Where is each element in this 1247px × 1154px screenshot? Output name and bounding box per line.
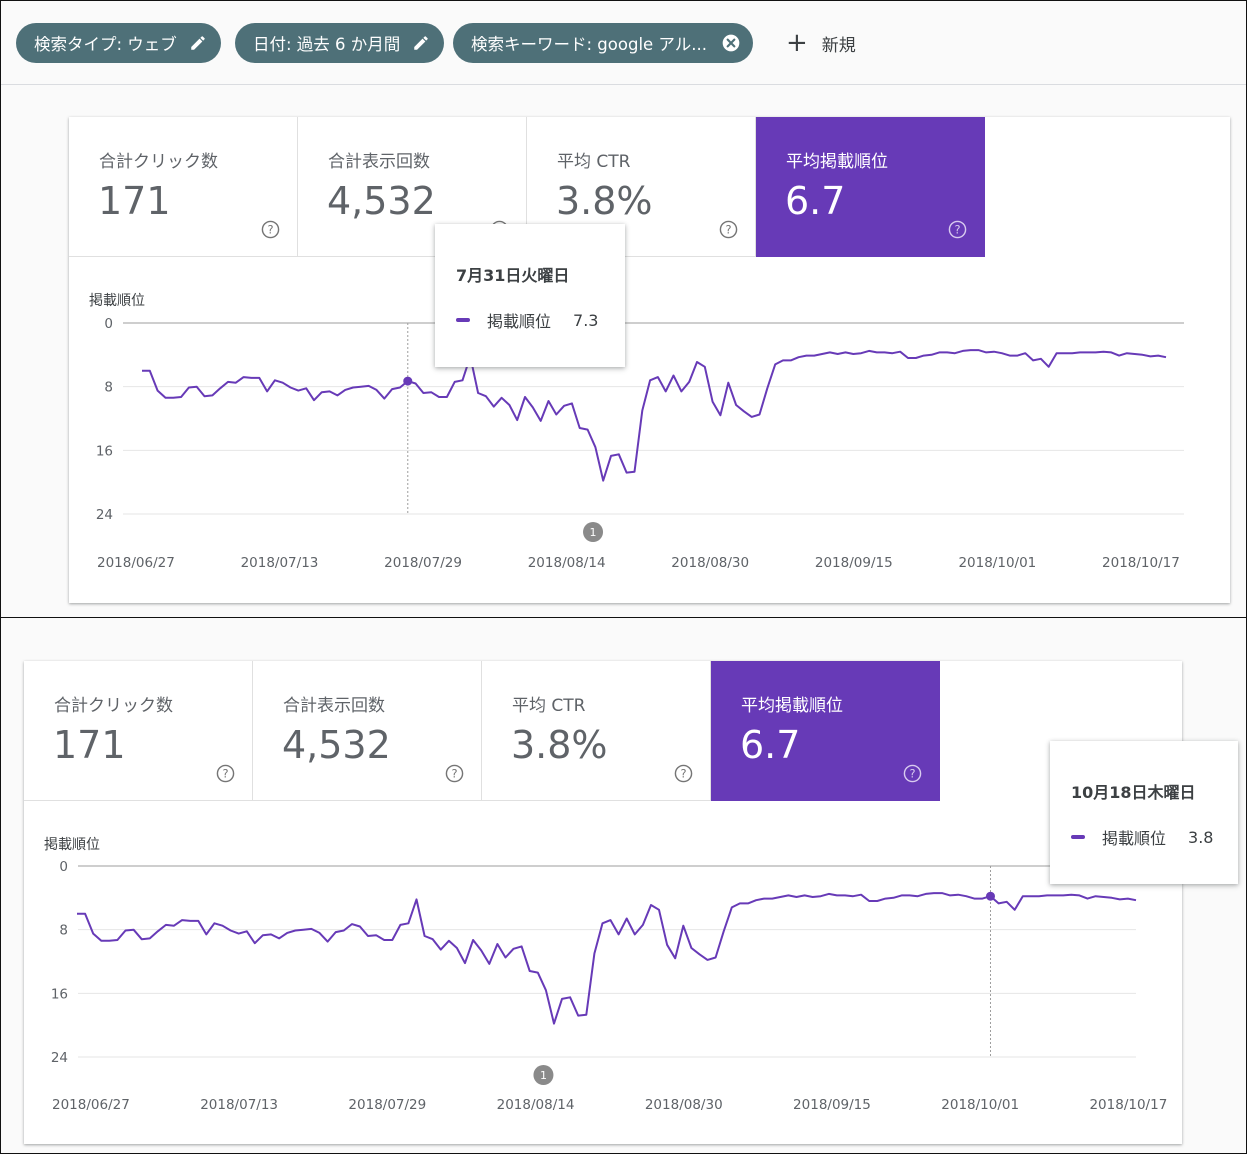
metric-label: 平均 CTR [557, 152, 631, 172]
metric-value: 3.8% [511, 723, 608, 767]
help-icon[interactable]: ? [719, 220, 738, 239]
svg-text:?: ? [725, 222, 731, 236]
help-icon[interactable]: ? [903, 764, 922, 783]
chart-tooltip: 10月18日木曜日 掲載順位 3.8 [1050, 741, 1238, 884]
metric-value: 171 [98, 179, 171, 223]
tooltip-value: 3.8 [1188, 827, 1214, 847]
help-icon[interactable]: ? [216, 764, 235, 783]
x-tick-label: 2018/08/14 [528, 555, 606, 571]
metric-label: 合計クリック数 [99, 152, 218, 172]
svg-text:?: ? [267, 222, 273, 236]
y-tick-label: 16 [96, 443, 113, 459]
filter-chip-label: 検索タイプ: ウェブ [34, 35, 177, 54]
filter-chip-date[interactable]: 日付: 過去 6 か月間 [235, 23, 445, 63]
x-tick-label: 2018/07/13 [241, 555, 319, 571]
pencil-icon[interactable] [412, 34, 430, 52]
x-tick-label: 2018/06/27 [97, 555, 175, 571]
series-swatch [1071, 835, 1085, 839]
y-axis-title: 掲載順位 [89, 293, 145, 309]
hover-point [403, 376, 413, 386]
filter-chip-search-type[interactable]: 検索タイプ: ウェブ [16, 23, 221, 63]
x-tick-label: 2018/08/30 [671, 555, 749, 571]
panel-bottom: 合計クリック数 171 ? 合計表示回数 4,532 ? 平均 CTR 3.8%… [0, 617, 1247, 1154]
x-tick-label: 2018/08/30 [645, 1097, 723, 1113]
tooltip-date: 10月18日木曜日 [1071, 783, 1196, 802]
help-icon[interactable]: ? [261, 220, 280, 239]
metric-average-ctr[interactable]: 平均 CTR 3.8% ? [482, 661, 711, 801]
x-tick-label: 2018/10/01 [941, 1097, 1019, 1113]
metric-label: 合計表示回数 [328, 152, 430, 172]
help-icon[interactable]: ? [674, 764, 693, 783]
metric-value: 6.7 [740, 723, 801, 767]
series-line [77, 892, 1137, 1025]
close-circle-icon[interactable] [721, 33, 741, 53]
svg-text:?: ? [680, 766, 686, 780]
metric-total-clicks[interactable]: 合計クリック数 171 ? [69, 117, 298, 257]
series-swatch [456, 318, 470, 322]
metric-average-position[interactable]: 平均掲載順位 6.7 ? [711, 661, 940, 801]
y-tick-label: 16 [51, 986, 68, 1002]
metric-value: 6.7 [785, 179, 846, 223]
performance-card: 合計クリック数 171 ? 合計表示回数 4,532 ? 平均 CTR 3.8%… [69, 117, 1230, 603]
chart-tooltip: 7月31日火曜日 掲載順位 7.3 [435, 224, 625, 367]
metric-value: 4,532 [282, 723, 391, 767]
tooltip-series: 掲載順位 [1102, 829, 1167, 848]
svg-text:?: ? [222, 766, 228, 780]
performance-card: 合計クリック数 171 ? 合計表示回数 4,532 ? 平均 CTR 3.8%… [24, 661, 1182, 1144]
metric-label: 合計表示回数 [283, 696, 385, 716]
tooltip-series: 掲載順位 [487, 312, 552, 331]
metric-label: 平均掲載順位 [786, 152, 888, 172]
tooltip-row: 掲載順位 3.8 [1071, 825, 1213, 849]
hover-point [985, 891, 995, 901]
help-icon[interactable]: ? [948, 220, 967, 239]
y-tick-label: 8 [104, 380, 113, 396]
add-filter-button[interactable]: + 新規 [786, 23, 856, 63]
metric-average-position[interactable]: 平均掲載順位 6.7 ? [756, 117, 985, 257]
metric-value: 3.8% [556, 179, 653, 223]
series-line [142, 349, 1167, 482]
plus-icon: + [786, 28, 808, 58]
help-icon[interactable]: ? [445, 764, 464, 783]
filter-chip-label: 検索キーワード: google アル... [471, 35, 707, 54]
position-line-chart[interactable]: 掲載順位 0 8 16 24 2018/06/27 2018/07/13 2018/07/29… [69, 257, 1230, 603]
metric-label: 平均掲載順位 [741, 696, 843, 716]
svg-text:?: ? [954, 222, 960, 236]
x-tick-label: 2018/10/17 [1089, 1097, 1167, 1113]
x-tick-label: 2018/09/15 [815, 555, 893, 571]
metric-label: 平均 CTR [512, 696, 586, 716]
filter-chip-query[interactable]: 検索キーワード: google アル... [453, 23, 753, 63]
x-tick-label: 2018/10/17 [1102, 555, 1180, 571]
x-tick-label: 2018/08/14 [497, 1097, 575, 1113]
y-tick-label: 0 [104, 316, 113, 332]
x-tick-label: 2018/09/15 [793, 1097, 871, 1113]
annotation-label: 1 [540, 1069, 547, 1082]
metric-value: 4,532 [327, 179, 436, 223]
annotation-label: 1 [590, 526, 597, 539]
y-tick-label: 8 [59, 923, 68, 939]
y-axis-title: 掲載順位 [44, 837, 100, 853]
x-tick-label: 2018/07/13 [200, 1097, 278, 1113]
filter-chip-label: 日付: 過去 6 か月間 [253, 35, 401, 54]
panel-top: 検索タイプ: ウェブ 日付: 過去 6 か月間 検索キーワード: google … [0, 0, 1247, 619]
metric-total-clicks[interactable]: 合計クリック数 171 ? [24, 661, 253, 801]
tooltip-date: 7月31日火曜日 [456, 266, 570, 285]
tooltip-row: 掲載順位 7.3 [456, 308, 598, 332]
metric-total-impressions[interactable]: 合計表示回数 4,532 ? [253, 661, 482, 801]
metric-value: 171 [53, 723, 126, 767]
x-tick-label: 2018/07/29 [384, 555, 462, 571]
x-tick-label: 2018/10/01 [958, 555, 1036, 571]
y-tick-label: 0 [59, 859, 68, 875]
metric-label: 合計クリック数 [54, 696, 173, 716]
add-filter-label: 新規 [821, 35, 856, 56]
tooltip-value: 7.3 [573, 310, 599, 330]
svg-text:?: ? [909, 766, 915, 780]
filter-bar: 検索タイプ: ウェブ 日付: 過去 6 か月間 検索キーワード: google … [1, 1, 1246, 85]
position-line-chart[interactable]: 掲載順位 0 8 16 24 2018/06/27 2018/07/13 2018/07/29… [24, 801, 1182, 1144]
x-tick-label: 2018/07/29 [348, 1097, 426, 1113]
pencil-icon[interactable] [189, 34, 207, 52]
x-tick-label: 2018/06/27 [52, 1097, 130, 1113]
svg-text:?: ? [451, 766, 457, 780]
y-tick-label: 24 [51, 1050, 68, 1066]
y-tick-label: 24 [96, 507, 113, 523]
